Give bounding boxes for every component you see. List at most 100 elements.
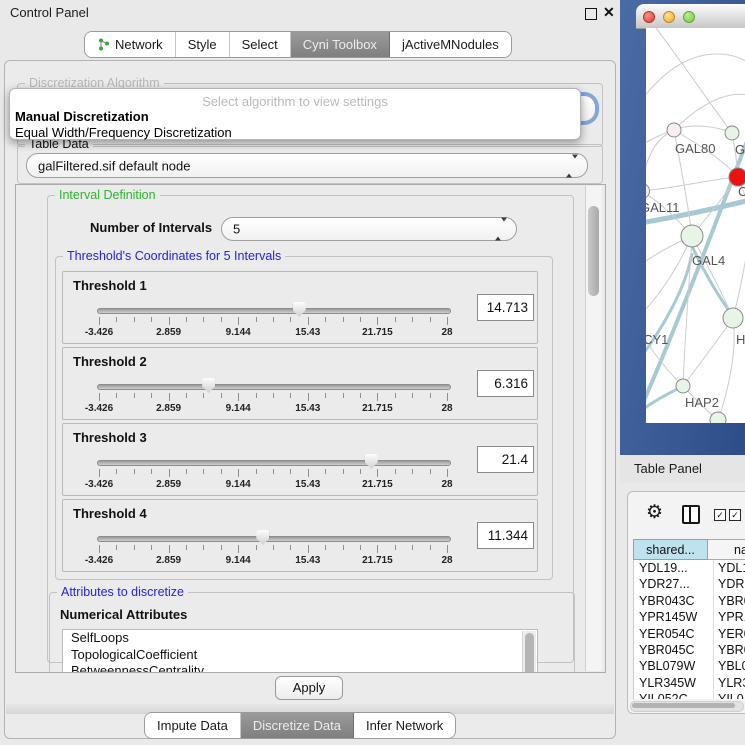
attribute-item[interactable]: BetweennessCentrality [63, 663, 537, 673]
minimize-traffic-light-icon[interactable] [663, 11, 675, 23]
threshold-value-field[interactable]: 21.4 [477, 446, 534, 473]
list-scrollbar[interactable] [522, 631, 536, 673]
thresholds-group: Threshold's Coordinates for 5 Intervals … [55, 256, 553, 580]
table-row[interactable]: YIL052CYIL0 [634, 691, 745, 699]
slider-thumb[interactable] [202, 378, 215, 393]
close-traffic-light-icon[interactable] [643, 11, 655, 23]
node-label: H [736, 332, 745, 347]
columns-icon[interactable] [682, 505, 700, 524]
slider-ticks [99, 545, 447, 554]
tab-cyni-toolbox[interactable]: Cyni Toolbox [291, 32, 390, 57]
numerical-attributes-list[interactable]: SelfLoopsTopologicalCoefficientBetweenne… [62, 629, 538, 673]
node-label: HAP2 [685, 395, 719, 410]
node-label: GCY1 [646, 332, 668, 347]
checkbox-icon[interactable]: ✓ [714, 509, 726, 521]
table-row[interactable]: YPR145WYPR1 [634, 609, 745, 625]
column-header-shared[interactable]: shared... [633, 539, 708, 560]
tab-infer-network[interactable]: Infer Network [354, 713, 455, 738]
node-table: shared... na YDL19...YDL1YDR27...YDR2YBR… [633, 539, 745, 699]
table-row[interactable]: YBR043CYBR0 [634, 593, 745, 609]
network-node[interactable] [725, 126, 739, 140]
threshold-label: Threshold 4 [73, 506, 147, 521]
threshold-panel: Threshold 2 -3.4262.8599.14415.4321.7152… [62, 347, 538, 420]
zoom-traffic-light-icon[interactable] [683, 11, 695, 23]
tab-label: Cyni Toolbox [303, 37, 377, 52]
threshold-slider[interactable]: -3.4262.8599.14415.4321.71528 [97, 452, 449, 492]
close-icon[interactable]: ✕ [603, 4, 615, 21]
attribute-item[interactable]: TopologicalCoefficient [63, 647, 537, 664]
tab-select[interactable]: Select [230, 32, 291, 57]
threshold-slider[interactable]: -3.4262.8599.14415.4321.71528 [97, 376, 449, 416]
thresholds-container: Threshold 1 -3.4262.8599.14415.4321.7152… [62, 271, 538, 575]
table-panel: ⚙ ✓ ✓ shared... na YDL19...YDL1YDR27...Y… [620, 483, 745, 745]
table-row[interactable]: YLR345WYLR3 [634, 675, 745, 691]
group-title: Interval Definition [55, 188, 160, 202]
table-header: shared... na [633, 539, 745, 560]
control-panel: Control Panel ✕ Network Style Select Cyn… [0, 0, 620, 745]
slider-track[interactable] [97, 460, 451, 466]
table-row[interactable]: YBL079WYBL0 [634, 658, 745, 674]
slider-ticks [99, 469, 447, 478]
slider-thumb[interactable] [365, 454, 378, 469]
panel-title: Control Panel [10, 5, 89, 20]
table-row[interactable]: YER054CYER0 [634, 626, 745, 642]
slider-track[interactable] [97, 384, 451, 390]
tab-network[interactable]: Network [85, 32, 176, 57]
panel-scrollbar[interactable] [585, 186, 602, 671]
table-data-combobox[interactable]: galFiltered.sif default node [26, 153, 588, 178]
threshold-value-field[interactable]: 14.713 [477, 294, 534, 321]
dropdown-hint: Select algorithm to view settings [10, 94, 580, 109]
gear-icon[interactable]: ⚙ [646, 501, 663, 524]
node-label: GAL80 [675, 141, 715, 156]
threshold-label: Threshold 3 [73, 430, 147, 445]
tab-label: Infer Network [366, 718, 443, 733]
network-icon [97, 38, 110, 51]
tab-discretize-data[interactable]: Discretize Data [241, 713, 354, 738]
table-panel-inner: ⚙ ✓ ✓ shared... na YDL19...YDL1YDR27...Y… [627, 491, 745, 714]
network-node[interactable] [723, 308, 743, 328]
threshold-value-field[interactable]: 6.316 [477, 370, 534, 397]
threshold-slider[interactable]: -3.4262.8599.14415.4321.71528 [97, 300, 449, 340]
num-intervals-combobox[interactable]: 5 [221, 217, 517, 241]
slider-thumb[interactable] [256, 530, 269, 545]
algorithm-dropdown-popup: Select algorithm to view settings Manual… [9, 88, 581, 140]
node-label: GAL11 [646, 200, 680, 215]
slider-tick-labels: -3.4262.8599.14415.4321.71528 [99, 555, 447, 566]
network-view-canvas[interactable]: GAL80GGAL11CGAL4GCY1HHAP2 [646, 28, 745, 423]
threshold-label: Threshold 2 [73, 354, 147, 369]
network-node[interactable] [667, 123, 681, 137]
threshold-value-field[interactable]: 11.344 [477, 522, 534, 549]
table-row[interactable]: YBR045CYBR0 [634, 642, 745, 658]
slider-track[interactable] [97, 536, 451, 542]
table-row[interactable]: YDL19...YDL1 [634, 560, 745, 576]
network-node[interactable] [710, 412, 726, 423]
threshold-panel: Threshold 3 -3.4262.8599.14415.4321.7152… [62, 423, 538, 496]
settings-scroll-panel: Interval Definition Number of Intervals … [15, 184, 606, 673]
cyni-mode-tabs: Impute Data Discretize Data Infer Networ… [144, 712, 456, 739]
network-node[interactable] [681, 225, 703, 247]
num-intervals-label: Number of Intervals [90, 220, 212, 235]
network-node[interactable] [676, 379, 690, 393]
threshold-slider[interactable]: -3.4262.8599.14415.4321.71528 [97, 528, 449, 568]
float-window-icon[interactable] [585, 8, 597, 20]
node-label: C [738, 184, 745, 199]
network-window-titlebar[interactable] [636, 4, 745, 29]
slider-ticks [99, 393, 447, 402]
slider-thumb[interactable] [293, 302, 306, 317]
table-row[interactable]: YDR27...YDR2 [634, 576, 745, 592]
tab-label: Style [188, 37, 217, 52]
slider-track[interactable] [97, 308, 451, 314]
algorithm-option[interactable]: Equal Width/Frequency Discretization [15, 125, 575, 141]
table-horizontal-scrollbar[interactable] [630, 701, 744, 712]
tab-style[interactable]: Style [176, 32, 230, 57]
tab-label: jActiveMNodules [402, 37, 499, 52]
scrollbar-thumb[interactable] [632, 703, 735, 708]
attribute-item[interactable]: SelfLoops [63, 630, 537, 647]
tab-jactivemnodules[interactable]: jActiveMNodules [390, 32, 511, 57]
column-header-name[interactable]: na [708, 539, 745, 560]
tab-impute-data[interactable]: Impute Data [145, 713, 241, 738]
algorithm-option[interactable]: Manual Discretization [15, 109, 575, 125]
checkbox-icon[interactable]: ✓ [729, 509, 741, 521]
apply-button[interactable]: Apply [275, 676, 343, 700]
scrollbar-thumb[interactable] [588, 206, 599, 296]
